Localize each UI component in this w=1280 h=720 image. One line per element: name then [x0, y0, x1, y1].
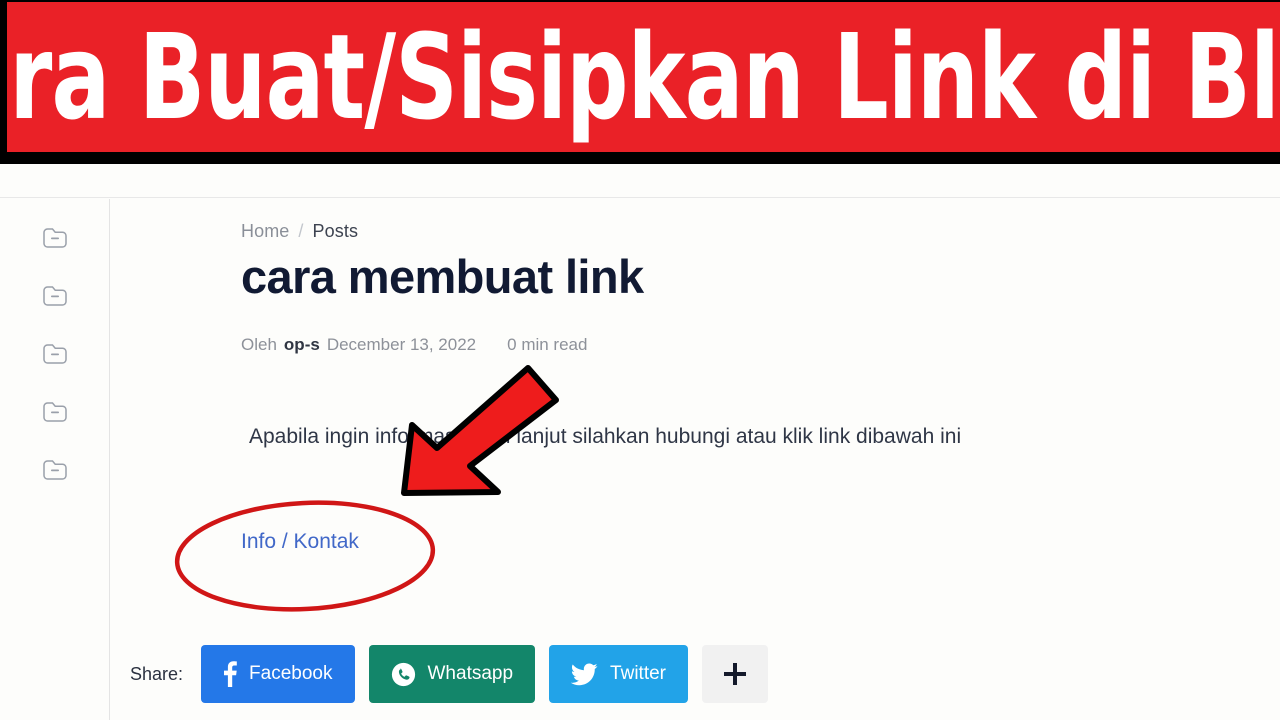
- info-kontak-link[interactable]: Info / Kontak: [241, 530, 359, 554]
- page-title: cara membuat link: [241, 250, 644, 303]
- folder-icon: [42, 227, 68, 254]
- share-twitter-button[interactable]: Twitter: [549, 645, 688, 703]
- plus-icon: [722, 661, 748, 687]
- screenshot-root: Cara Buat/Sisipkan Link di Blog: [0, 0, 1280, 720]
- whatsapp-icon: [391, 662, 416, 687]
- article-content: Home / Posts cara membuat link Oleh op-s…: [111, 199, 1280, 720]
- breadcrumb-home[interactable]: Home: [241, 221, 289, 242]
- sidebar-item-folder-1[interactable]: [0, 211, 110, 269]
- folder-icon: [42, 459, 68, 486]
- banner-underbar: [0, 152, 1280, 164]
- share-whatsapp-label: Whatsapp: [427, 663, 514, 684]
- sidebar-item-folder-3[interactable]: [0, 327, 110, 385]
- sidebar-item-folder-4[interactable]: [0, 385, 110, 443]
- share-more-button[interactable]: [702, 645, 768, 703]
- folder-icon: [42, 285, 68, 312]
- breadcrumb-separator: /: [298, 221, 304, 241]
- folder-icon: [42, 343, 68, 370]
- share-facebook-button[interactable]: Facebook: [201, 645, 355, 703]
- browser-page: Home / Posts cara membuat link Oleh op-s…: [0, 164, 1280, 720]
- post-meta-by-label: Oleh: [241, 335, 277, 355]
- video-title-banner: Cara Buat/Sisipkan Link di Blog: [0, 0, 1280, 152]
- sidebar-item-folder-2[interactable]: [0, 269, 110, 327]
- post-date: December 13, 2022: [326, 335, 477, 355]
- share-twitter-label: Twitter: [610, 663, 666, 684]
- share-label: Share:: [130, 663, 184, 684]
- post-body-text: Apabila ingin informasi lebih lanjut sil…: [249, 425, 962, 449]
- page-topbar: [0, 164, 1280, 198]
- facebook-icon: [223, 661, 237, 687]
- video-title-text: Cara Buat/Sisipkan Link di Blog: [7, 8, 1280, 146]
- breadcrumb-current[interactable]: Posts: [313, 221, 359, 242]
- post-read-time: 0 min read: [507, 335, 588, 355]
- twitter-icon: [571, 663, 598, 686]
- share-row: Share: Facebook Whatsapp Twitter: [130, 645, 768, 703]
- post-meta: Oleh op-s December 13, 2022 0 min read: [241, 335, 1280, 355]
- folder-icon: [42, 401, 68, 428]
- share-whatsapp-button[interactable]: Whatsapp: [368, 645, 536, 703]
- sidebar-rail: [0, 199, 110, 720]
- share-facebook-label: Facebook: [249, 663, 333, 684]
- sidebar-item-folder-5[interactable]: [0, 443, 110, 501]
- breadcrumb: Home / Posts: [241, 221, 1280, 242]
- post-author[interactable]: op-s: [284, 335, 320, 355]
